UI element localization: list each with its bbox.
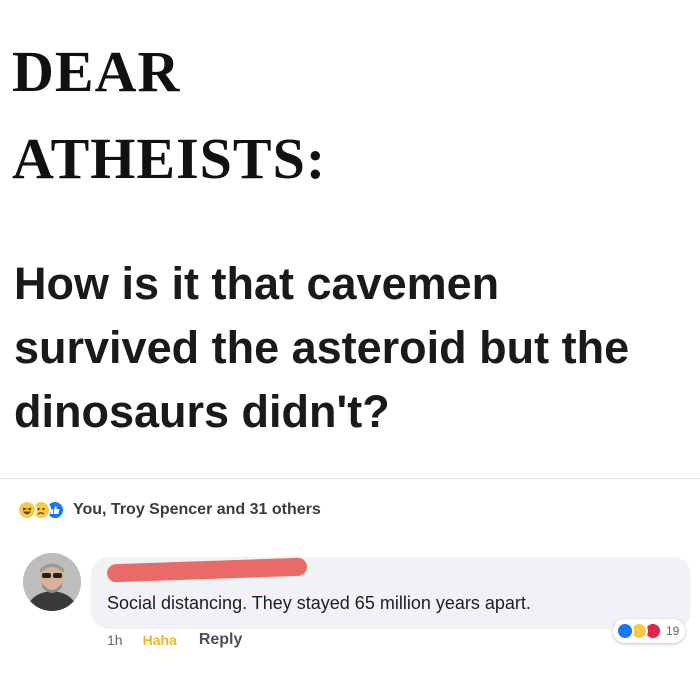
- question-text: How is it that cavemen survived the aste…: [14, 258, 630, 437]
- haha-reaction-button[interactable]: Haha: [143, 632, 177, 648]
- like-icon: [616, 622, 634, 640]
- avatar[interactable]: [23, 553, 81, 611]
- headline-line-2: ATHEISTS:: [12, 126, 327, 191]
- redacted-commenter-name: [106, 557, 308, 583]
- post-image: DEAR ATHEISTS: How is it that cavemen su…: [0, 0, 700, 478]
- comment-actions: 1h Haha Reply: [107, 631, 242, 649]
- haha-icon: [17, 500, 37, 520]
- reactors-summary[interactable]: You, Troy Spencer and 31 others: [73, 501, 321, 519]
- headline-line-1: DEAR: [12, 39, 181, 104]
- comment-reaction-count: 19: [666, 624, 680, 638]
- comment: Social distancing. They stayed 65 millio…: [17, 553, 697, 663]
- post-reactions-bar[interactable]: You, Troy Spencer and 31 others: [17, 498, 321, 522]
- comment-bubble: Social distancing. They stayed 65 millio…: [91, 557, 691, 629]
- comment-text: Social distancing. They stayed 65 millio…: [107, 593, 531, 613]
- comment-reactions[interactable]: 19: [613, 619, 686, 643]
- divider: [0, 478, 700, 479]
- comment-timestamp[interactable]: 1h: [107, 632, 123, 648]
- reply-button[interactable]: Reply: [199, 631, 243, 649]
